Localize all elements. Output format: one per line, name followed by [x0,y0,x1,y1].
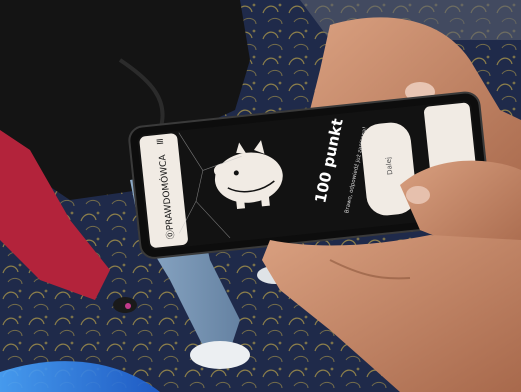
white-sneaker [190,341,250,369]
sandal [113,297,137,313]
menu-icon[interactable]: ≡ [155,136,164,148]
thumbnail [406,186,430,204]
photo-scene: ⓪PRAWDOMÓWCA ≡ 100 punkt Brawo, odpowied… [0,0,521,392]
sandal-accent [125,303,131,309]
